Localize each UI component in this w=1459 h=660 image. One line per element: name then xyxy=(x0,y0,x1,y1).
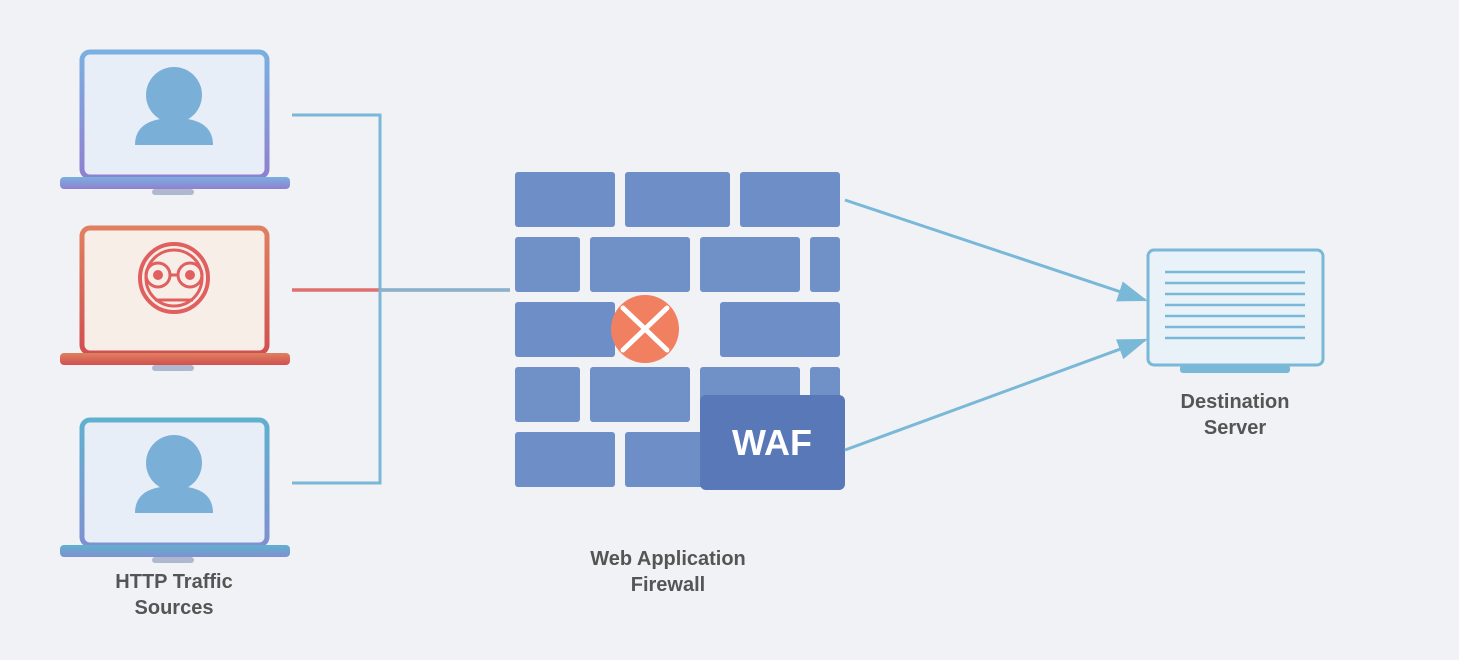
brick-r4-c1 xyxy=(515,367,580,422)
brick-r1-c3 xyxy=(740,172,840,227)
server-box xyxy=(1148,250,1323,365)
brick-r1-c2 xyxy=(625,172,730,227)
brick-r3-c1 xyxy=(515,302,615,357)
waf-label-line2: Firewall xyxy=(631,574,705,596)
mid-attacker-left-pupil xyxy=(153,270,163,280)
destination-label-line2: Server xyxy=(1204,417,1266,439)
brick-r2-c3 xyxy=(700,237,800,292)
http-traffic-label-line1: HTTP Traffic xyxy=(115,571,232,593)
brick-r3-c3 xyxy=(720,302,840,357)
bot-user-head xyxy=(146,435,202,491)
bot-laptop-line xyxy=(292,290,510,483)
mid-laptop-base xyxy=(60,353,290,365)
top-laptop-stand xyxy=(152,189,194,195)
waf-to-server-top xyxy=(845,200,1145,300)
top-user-head xyxy=(146,67,202,123)
brick-r2-c1 xyxy=(515,237,580,292)
mid-attacker-right-pupil xyxy=(185,270,195,280)
diagram-container: WAF HTTP Traffic Sources Web Application… xyxy=(0,0,1459,660)
waf-to-server-bottom xyxy=(845,340,1145,450)
main-diagram-svg: WAF HTTP Traffic Sources Web Application… xyxy=(0,0,1459,660)
brick-r5-c1 xyxy=(515,432,615,487)
mid-laptop-stand xyxy=(152,365,194,371)
brick-r4-c2 xyxy=(590,367,690,422)
top-laptop-line xyxy=(292,115,510,290)
brick-r2-c4 xyxy=(810,237,840,292)
brick-r2-c2 xyxy=(590,237,690,292)
http-traffic-label-line2: Sources xyxy=(135,597,214,619)
destination-label-line1: Destination xyxy=(1181,391,1290,413)
server-stand xyxy=(1180,365,1290,373)
mid-laptop-screen xyxy=(82,228,267,353)
waf-label-line1: Web Application xyxy=(590,548,746,570)
bot-laptop-stand xyxy=(152,557,194,563)
bot-laptop-base xyxy=(60,545,290,557)
brick-r1-c1 xyxy=(515,172,615,227)
top-laptop-base xyxy=(60,177,290,189)
waf-text-label: WAF xyxy=(732,422,812,463)
